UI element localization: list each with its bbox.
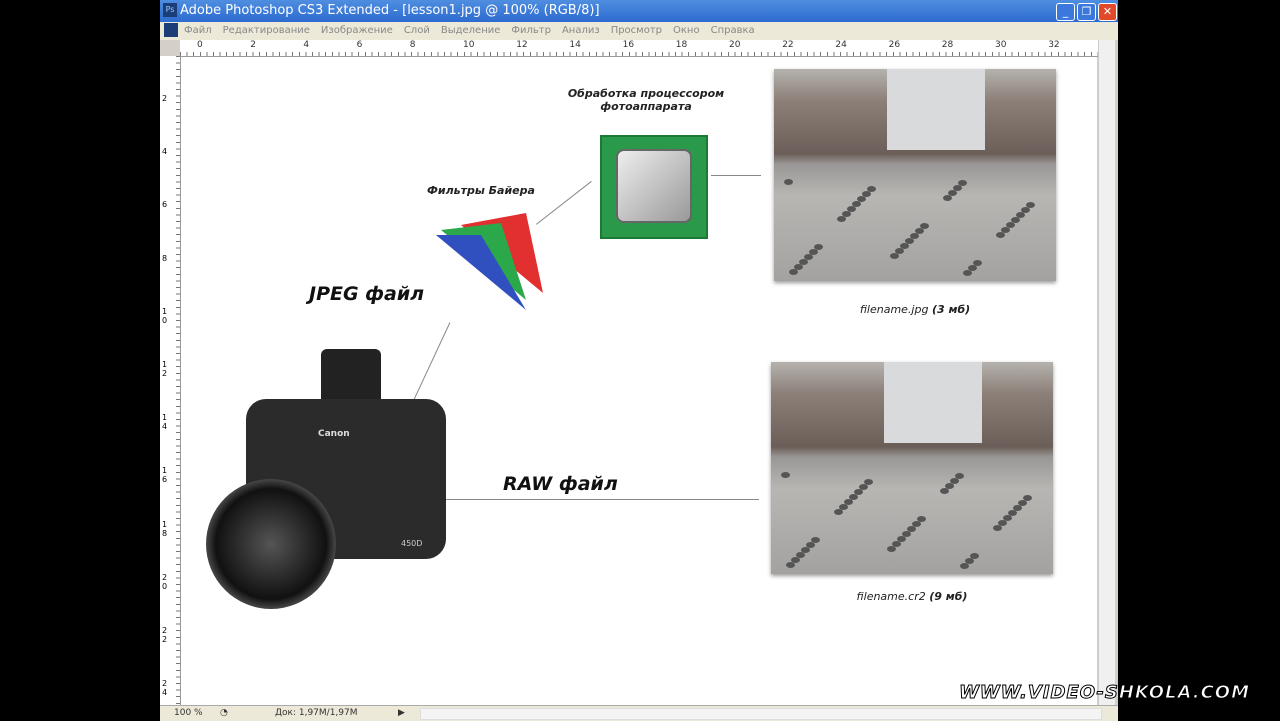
raw-caption: filename.cr2 (9 мб): [856, 590, 968, 603]
ruler-tick-label: 26: [888, 40, 901, 50]
ruler-tick-label: 30: [995, 40, 1007, 50]
ruler-tick-label: 24: [162, 679, 168, 698]
photoshop-icon: Ps: [163, 3, 177, 17]
ruler-tick-label: 12: [162, 360, 168, 378]
menu-edit[interactable]: Редактирование: [223, 25, 310, 36]
horizontal-ruler[interactable]: 0 2 4 6 8 10 12 14 16 18 20 22 24 26 28 30 32: [180, 40, 1098, 57]
ruler-tick-label: 16: [162, 466, 168, 485]
bayer-filter-icon: [436, 213, 543, 310]
pigeon: [958, 180, 967, 186]
menu-layer[interactable]: Слой: [404, 25, 430, 36]
status-menu-arrow-icon[interactable]: ▶: [398, 706, 405, 721]
photoshop-window: Ps Adobe Photoshop CS3 Extended - [lesso…: [160, 0, 1118, 721]
menu-filter[interactable]: Фильтр: [511, 25, 551, 36]
arrow-bayer: [536, 180, 592, 225]
menu-window[interactable]: Окно: [673, 25, 700, 36]
menu-image[interactable]: Изображение: [321, 25, 393, 36]
document-icon[interactable]: [164, 23, 178, 37]
menu-analysis[interactable]: Анализ: [562, 25, 600, 36]
pigeon: [917, 516, 926, 522]
pigeon: [1026, 202, 1035, 208]
ruler-tick-label: 2: [250, 40, 256, 50]
title-bar: Ps Adobe Photoshop CS3 Extended - [lesso…: [160, 0, 1118, 22]
pigeon: [811, 537, 820, 543]
pigeon: [973, 260, 982, 266]
close-button[interactable]: ✕: [1098, 3, 1117, 21]
pigeon: [781, 472, 790, 478]
pigeon: [1023, 495, 1032, 501]
menu-file[interactable]: Файл: [184, 25, 212, 36]
maximize-button[interactable]: ❐: [1077, 3, 1096, 21]
zoom-level[interactable]: 100 %: [174, 706, 203, 721]
ruler-tick-label: 20: [162, 572, 168, 591]
ruler-tick-label: 10: [162, 306, 168, 325]
camera-model: 450D: [401, 539, 423, 548]
ruler-tick-label: 22: [782, 40, 794, 50]
ruler-tick-label: 2: [162, 94, 168, 103]
jpeg-photo: [774, 69, 1056, 281]
pigeon: [867, 186, 876, 192]
ruler-tick-label: 14: [569, 40, 581, 50]
ruler-tick-label: 8: [409, 40, 416, 50]
status-info-icon[interactable]: ◔: [220, 706, 228, 721]
menu-help[interactable]: Справка: [711, 25, 755, 36]
menu-view[interactable]: Просмотр: [611, 25, 662, 36]
jpeg-caption: filename.jpg (3 мб): [859, 303, 971, 316]
ruler-tick-label: 14: [162, 413, 168, 432]
document-canvas[interactable]: Обработка процессором фотоаппарата Фильт…: [181, 57, 1097, 705]
ruler-tick-label: 6: [162, 200, 168, 210]
document-size: Док: 1,97M/1,97M: [275, 708, 358, 718]
ruler-tick-label: 22: [162, 626, 168, 644]
pigeon: [784, 179, 793, 185]
pigeon: [970, 553, 979, 559]
window-title: Adobe Photoshop CS3 Extended - [lesson1.…: [180, 3, 600, 18]
ruler-tick-label: 18: [675, 40, 688, 50]
arrow-raw: [443, 499, 759, 500]
ruler-tick-label: 10: [463, 40, 475, 50]
bayer-filter-label: Фильтры Байера: [427, 184, 535, 197]
camera-image: Canon 450D: [206, 349, 446, 609]
ruler-tick-label: 24: [835, 40, 847, 50]
ruler-tick-label: 20: [729, 40, 741, 50]
pigeon: [955, 473, 964, 479]
jpeg-label: JPEG файл: [309, 283, 425, 305]
status-bar: 100 % ◔ Док: 1,97M/1,97M ▶: [160, 705, 1118, 721]
ruler-tick-label: 16: [622, 40, 635, 50]
ruler-tick-label: 28: [941, 40, 954, 50]
horizontal-scrollbar[interactable]: [420, 708, 1102, 720]
pigeon: [864, 479, 873, 485]
ruler-tick-label: 4: [303, 40, 310, 50]
ruler-tick-label: 18: [162, 519, 168, 538]
vertical-ruler[interactable]: 2 4 6 8 10 12 14 16 18 20 22 24: [160, 56, 181, 705]
raw-label: RAW файл: [503, 473, 618, 495]
arrow-processor: [711, 175, 761, 176]
minimize-button[interactable]: _: [1056, 3, 1075, 21]
ruler-tick-label: 12: [516, 40, 528, 50]
ruler-tick-label: 0: [197, 40, 203, 50]
ruler-tick-label: 4: [162, 147, 168, 157]
vertical-scrollbar[interactable]: [1098, 40, 1115, 705]
processor-label: Обработка процессором фотоаппарата: [567, 87, 725, 113]
ruler-tick-label: 6: [356, 40, 363, 50]
processor-chip-icon: [600, 135, 708, 239]
pigeon: [814, 244, 823, 250]
menu-select[interactable]: Выделение: [441, 25, 501, 36]
pigeon: [920, 223, 929, 229]
menu-bar: Файл Редактирование Изображение Слой Выделен…: [160, 22, 1118, 40]
raw-photo: [771, 362, 1053, 574]
camera-brand: Canon: [318, 429, 350, 439]
ruler-tick-label: 8: [162, 253, 168, 263]
watermark: WWW.VIDEO-SHKOLA.COM: [959, 682, 1250, 704]
ruler-tick-label: 32: [1048, 40, 1060, 50]
